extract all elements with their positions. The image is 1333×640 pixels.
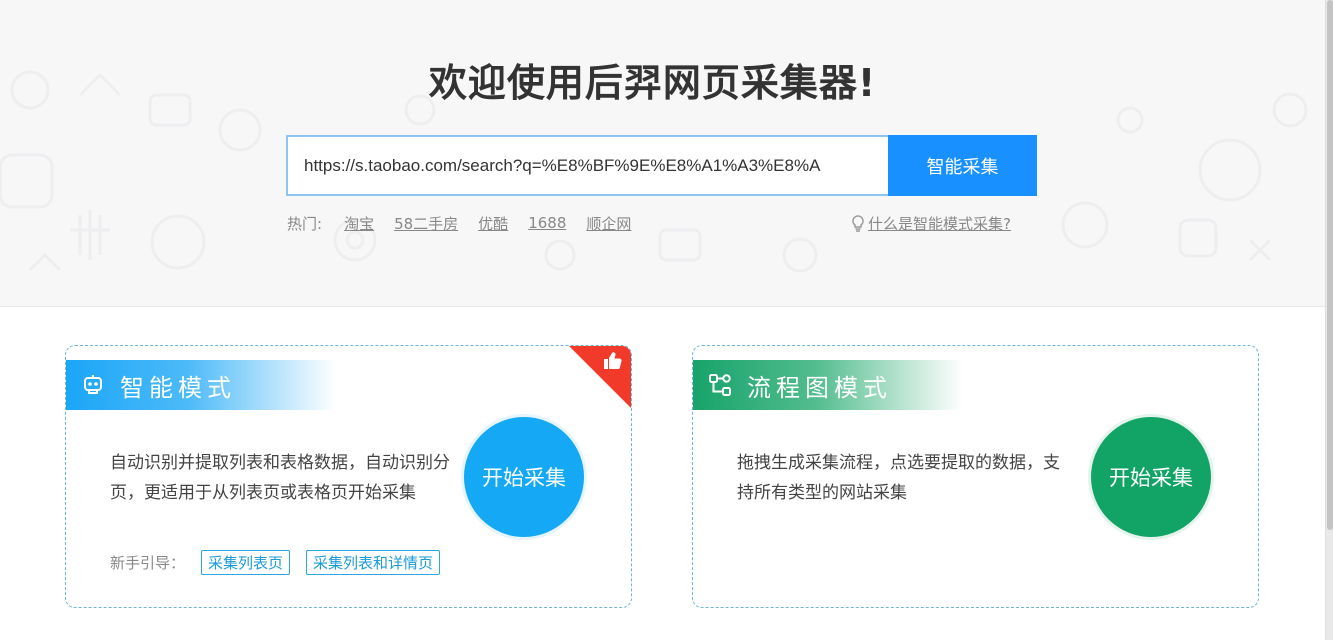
flowchart-mode-title: 流程图模式 <box>747 373 892 402</box>
smart-mode-help-link[interactable]: 什么是智能模式采集? <box>850 212 1011 234</box>
flowchart-mode-description: 拖拽生成采集流程，点选要提取的数据，支持所有类型的网站采集 <box>737 453 1060 503</box>
hero-section: 欢迎使用后羿网页采集器! 智能采集 热门: 淘宝 58二手房 优酷 1688 顺… <box>0 0 1325 307</box>
beginner-guide: 新手引导： 采集列表页 采集列表和详情页 <box>110 550 441 575</box>
smart-collect-button[interactable]: 智能采集 <box>888 135 1037 196</box>
hot-link-58[interactable]: 58二手房 <box>394 213 458 234</box>
hot-sites-row: 热门: 淘宝 58二手房 优酷 1688 顺企网 <box>287 212 651 234</box>
smart-mode-title: 智能模式 <box>120 373 236 402</box>
flowchart-mode-card[interactable]: 流程图模式 拖拽生成采集流程，点选要提取的数据，支持所有类型的网站采集 开始采集 <box>692 345 1259 608</box>
hot-link-1688[interactable]: 1688 <box>528 214 566 232</box>
hot-link-taobao[interactable]: 淘宝 <box>344 213 374 234</box>
flowchart-icon <box>707 372 733 398</box>
smart-start-button[interactable]: 开始采集 <box>461 414 587 540</box>
smart-mode-description: 自动识别并提取列表和表格数据，自动识别分页，更适用于从列表页或表格页开始采集 <box>110 453 450 503</box>
flowchart-mode-header: 流程图模式 <box>693 360 963 410</box>
help-link-text[interactable]: 什么是智能模式采集? <box>868 213 1011 234</box>
guide-tag-list-detail[interactable]: 采集列表和详情页 <box>306 550 441 575</box>
guide-tag-list-page[interactable]: 采集列表页 <box>201 550 291 575</box>
robot-icon <box>80 372 106 398</box>
page-title: 欢迎使用后羿网页采集器! <box>428 61 877 105</box>
flowchart-start-button[interactable]: 开始采集 <box>1088 414 1214 540</box>
scrollbar-thumb[interactable] <box>1327 0 1333 530</box>
lightbulb-icon <box>852 215 864 232</box>
url-input[interactable] <box>286 135 889 196</box>
guide-label: 新手引导： <box>110 554 186 572</box>
hot-link-shunqi[interactable]: 顺企网 <box>586 213 631 234</box>
smart-mode-header: 智能模式 <box>66 360 336 410</box>
vertical-scrollbar[interactable] <box>1325 0 1333 640</box>
hot-label: 热门: <box>287 214 323 233</box>
hot-link-youku[interactable]: 优酷 <box>478 213 508 234</box>
smart-mode-card[interactable]: 智能模式 自动识别并提取列表和表格数据，自动识别分页，更适用于从列表页或表格页开… <box>65 345 632 608</box>
recommended-badge <box>569 346 631 408</box>
